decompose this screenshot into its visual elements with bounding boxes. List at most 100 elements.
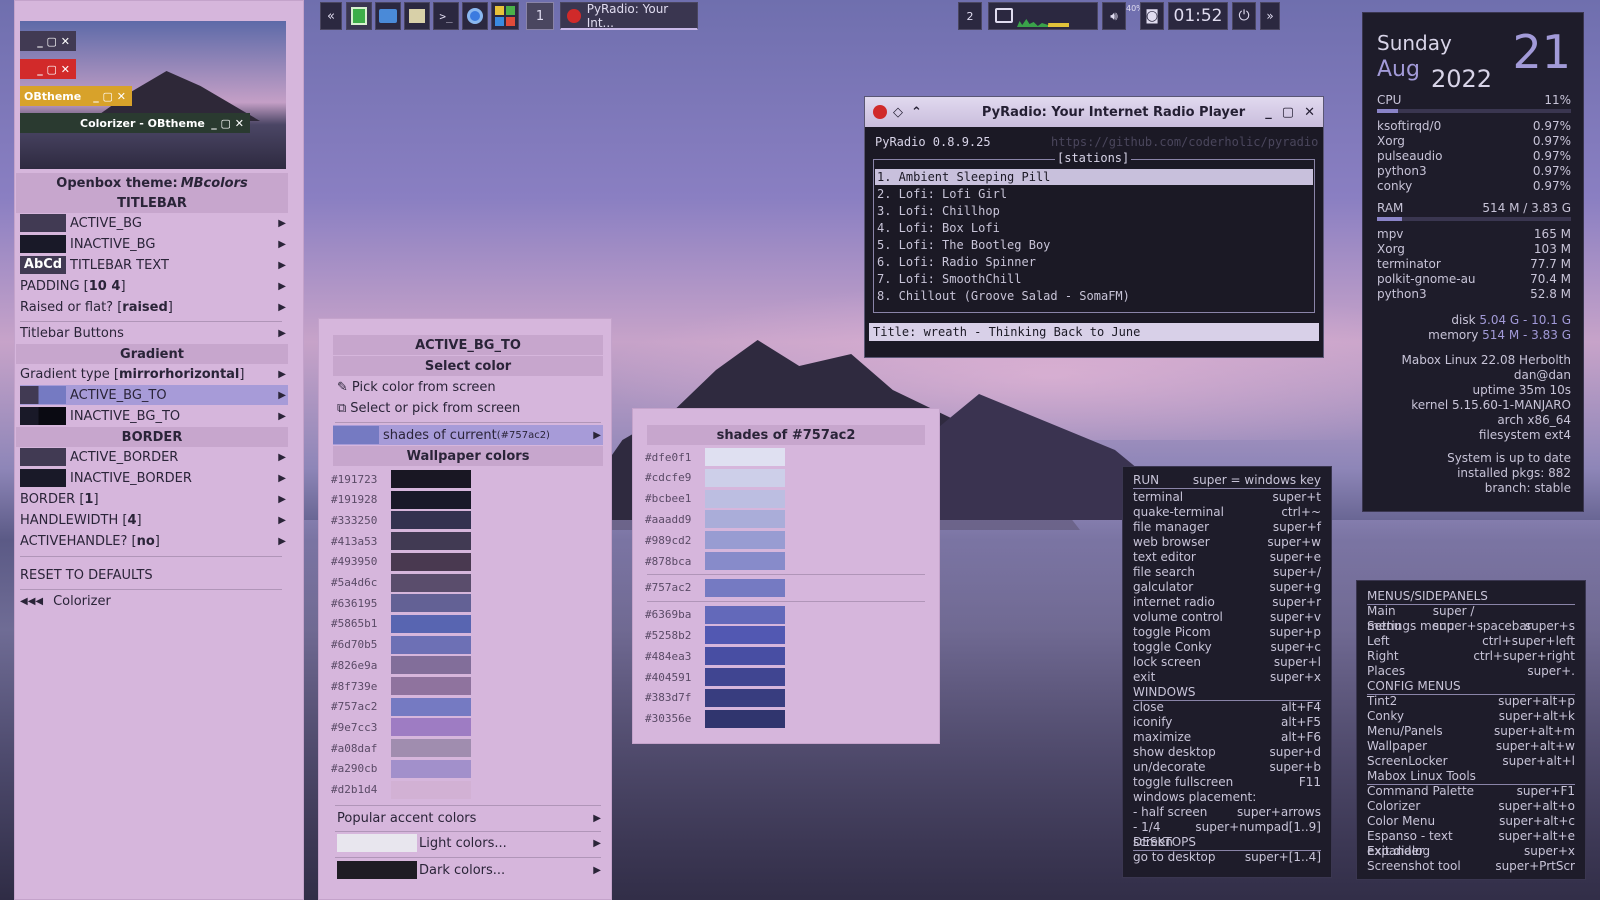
workspace-button[interactable]: 1 [526,2,554,30]
wallpaper-color-item[interactable]: #333250 [331,510,471,530]
clock[interactable]: 01:52 [1168,2,1228,30]
maximize-button[interactable]: ▢ [1282,105,1294,120]
close-button[interactable]: ✕ [1304,105,1315,120]
handlewidth-item[interactable]: HANDLEWIDTH [ 4 ] ▶ [20,510,288,530]
raised-flat-item[interactable]: Raised or flat? [ raised ] ▶ [20,297,288,317]
active-border-item[interactable]: ACTIVE_BORDER ▶ [20,447,288,467]
taskbar-left-arrows[interactable]: « [320,2,342,30]
wallpaper-color-item[interactable]: #6d70b5 [331,635,471,655]
shade-item[interactable]: #757ac2 [645,578,785,598]
taskbar-right-arrows[interactable]: » [1260,2,1280,30]
shade-item[interactable]: #383d7f [645,688,785,708]
pick-color-item[interactable]: ✎ Pick color from screen [337,377,603,397]
station-item[interactable]: 7. Lofi: SmoothChill [875,271,1313,287]
station-item[interactable]: 6. Lofi: Radio Spinner [875,254,1313,270]
station-item[interactable]: 1. Ambient Sleeping Pill [875,169,1313,185]
pyradio-titlebar[interactable]: ◇ ⌃ PyRadio: Your Internet Radio Player … [865,97,1323,127]
back-to-colorizer-item[interactable]: ◀◀◀ Colorizer [20,591,288,611]
wallpaper-color-item[interactable]: #5865b1 [331,614,471,634]
system-monitor-tray[interactable] [988,2,1098,30]
light-colors-item[interactable]: Light colors... ▶ [337,833,603,853]
select-pick-item[interactable]: ⧉ Select or pick from screen [337,398,603,418]
camera-icon[interactable]: ◙ [1140,2,1164,30]
shade-item[interactable]: #5258b2 [645,625,785,645]
shade-item[interactable]: #dfe0f1 [645,447,785,467]
power-icon[interactable]: ⏻ [1232,2,1256,30]
wallpaper-color-item[interactable]: #5a4d6c [331,573,471,593]
inactive-border-item[interactable]: INACTIVE_BORDER ▶ [20,468,288,488]
shade-item[interactable]: #6369ba [645,605,785,625]
station-item[interactable]: 3. Lofi: Chillhop [875,203,1313,219]
wallpaper-color-item[interactable]: #191928 [331,490,471,510]
wallpaper-color-item[interactable]: #a08daf [331,738,471,758]
wallpaper-color-item[interactable]: #a290cb [331,759,471,779]
submenu-arrow-icon: ▶ [278,472,286,484]
station-item[interactable]: 8. Chillout (Groove Salad - SomaFM) [875,288,1313,304]
active-bg-to-item[interactable]: ACTIVE_BG_TO ▶ [20,385,288,405]
wallpaper-color-item[interactable]: #9e7cc3 [331,717,471,737]
shade-item[interactable]: #30356e [645,709,785,729]
wallpaper-color-item[interactable]: #757ac2 [331,697,471,717]
shade-item[interactable]: #cdcfe9 [645,468,785,488]
process-value: 103 M [1533,242,1571,256]
minimize-button[interactable]: _ [1265,105,1272,120]
wallpaper-color-item[interactable]: #636195 [331,593,471,613]
station-item[interactable]: 5. Lofi: The Bootleg Boy [875,237,1313,253]
reset-defaults-item[interactable]: RESET TO DEFAULTS [20,565,288,585]
shade-item[interactable]: #aaadd9 [645,509,785,529]
app-grid-icon[interactable] [491,2,519,30]
volume-icon[interactable]: 🔊︎ [1102,2,1126,30]
key-combo: F11 [1298,775,1321,789]
shade-swatch [705,510,785,529]
key-combo: ctrl+super+left [1482,634,1575,648]
section-label: WINDOWS [1133,685,1196,699]
station-item[interactable]: 2. Lofi: Lofi Girl [875,186,1313,202]
key-combo: super+l [1273,655,1321,669]
update-info-line: System is up to date [1447,451,1571,465]
wallpaper-color-item[interactable]: #8f739e [331,676,471,696]
keybinding-row: ScreenLocker super+alt+l [1367,754,1575,769]
active-bg-item[interactable]: ACTIVE_BG ▶ [20,213,288,233]
border-width-item[interactable]: BORDER [ 1 ] ▶ [20,489,288,509]
gradient-type-item[interactable]: Gradient type [ mirrorhorizontal ] ▶ [20,364,288,384]
pyradio-url[interactable]: https://github.com/coderholic/pyradio [1051,135,1318,149]
process-row: terminator 77.7 M [1377,257,1571,271]
shades-of-current-item[interactable]: shades of current (#757ac2) ▶ [333,425,603,445]
terminal-icon[interactable]: >_ [433,2,459,30]
keys-section-header: MENUS/SIDEPANELS [1367,589,1575,605]
pager-button[interactable]: 2 [958,2,982,30]
inactive-bg-item[interactable]: INACTIVE_BG ▶ [20,234,288,254]
shade-item[interactable]: #989cd2 [645,530,785,550]
station-item[interactable]: 4. Lofi: Box Lofi [875,220,1313,236]
popular-accent-item[interactable]: Popular accent colors ▶ [337,808,603,828]
browser-icon[interactable] [462,2,488,30]
key-combo: super+. [1527,664,1575,678]
keybinding-row: Wallpaper super+alt+w [1367,739,1575,754]
files-icon[interactable] [404,2,430,30]
keybinding-row: un/decorate super+b [1133,760,1321,775]
shade-swatch [705,578,785,597]
titlebar-text-item[interactable]: AbCd TITLEBAR TEXT ▶ [20,255,288,275]
wallpaper-color-item[interactable]: #413a53 [331,531,471,551]
shade-item[interactable]: #878bca [645,551,785,571]
color-hex: #5865b1 [331,617,378,631]
wallpaper-color-item[interactable]: #493950 [331,552,471,572]
shade-item[interactable]: #404591 [645,667,785,687]
shade-icon[interactable]: ⌃ [911,105,922,120]
process-value: 77.7 M [1530,257,1571,271]
titlebar-buttons-item[interactable]: Titlebar Buttons ▶ [20,323,288,343]
padding-item[interactable]: PADDING [ 10 4 ] ▶ [20,276,288,296]
spreadsheet-icon[interactable] [346,2,372,30]
shade-item[interactable]: #bcbee1 [645,489,785,509]
file-manager-icon[interactable] [375,2,401,30]
dark-colors-item[interactable]: Dark colors... ▶ [337,860,603,880]
task-pyradio[interactable]: PyRadio: Your Int... [560,2,698,30]
shade-item[interactable]: #484ea3 [645,646,785,666]
activehandle-item[interactable]: ACTIVEHANDLE? [ no ] ▶ [20,531,288,551]
wallpaper-color-item[interactable]: #d2b1d4 [331,780,471,800]
inactive-bg-to-item[interactable]: INACTIVE_BG_TO ▶ [20,406,288,426]
wallpaper-color-item[interactable]: #191723 [331,469,471,489]
key-action: galculator [1133,580,1194,594]
pin-icon[interactable]: ◇ [893,105,903,120]
wallpaper-color-item[interactable]: #826e9a [331,655,471,675]
